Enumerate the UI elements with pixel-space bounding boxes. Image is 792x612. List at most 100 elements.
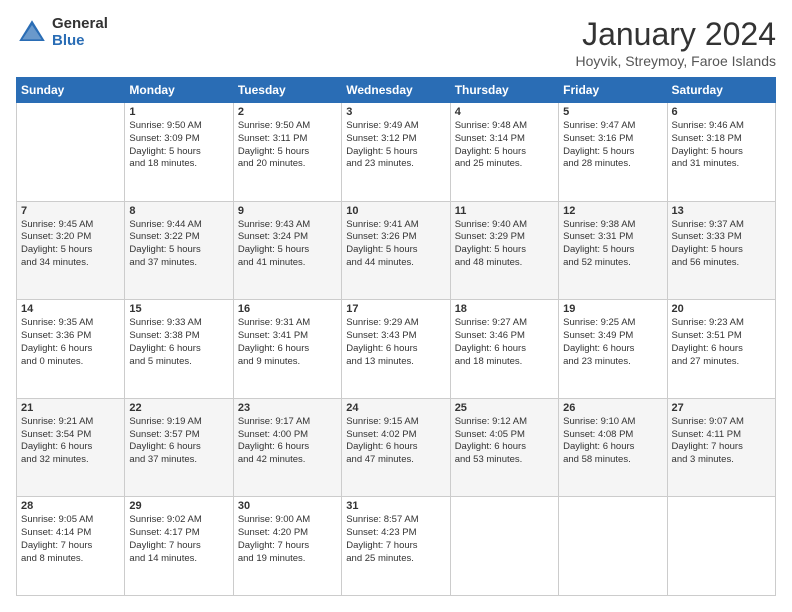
header-sunday: Sunday [17,78,125,103]
table-row: 18 Sunrise: 9:27 AMSunset: 3:46 PMDayligh… [450,300,558,399]
day-info: Sunrise: 9:37 AMSunset: 3:33 PMDaylight:… [672,219,771,270]
day-info: Sunrise: 9:50 AMSunset: 3:11 PMDaylight:… [238,120,337,171]
day-number: 1 [129,106,228,118]
day-number: 13 [672,205,771,217]
table-row [17,103,125,202]
logo: General Blue [16,16,108,49]
table-row: 12 Sunrise: 9:38 AMSunset: 3:31 PMDayligh… [559,201,667,300]
calendar-week-row: 14 Sunrise: 9:35 AMSunset: 3:36 PMDayligh… [17,300,776,399]
day-info: Sunrise: 9:40 AMSunset: 3:29 PMDaylight:… [455,219,554,270]
table-row: 1 Sunrise: 9:50 AMSunset: 3:09 PMDaylight… [125,103,233,202]
table-row: 20 Sunrise: 9:23 AMSunset: 3:51 PMDayligh… [667,300,775,399]
day-info: Sunrise: 9:33 AMSunset: 3:38 PMDaylight:… [129,317,228,368]
day-info: Sunrise: 9:02 AMSunset: 4:17 PMDaylight:… [129,514,228,565]
day-number: 21 [21,402,120,414]
table-row: 16Sunrise: 9:31 AMSunset: 3:41 PMDayligh… [233,300,341,399]
day-number: 26 [563,402,662,414]
logo-text: General Blue [52,16,108,49]
day-info: Sunrise: 9:25 AMSunset: 3:49 PMDaylight:… [563,317,662,368]
day-info: Sunrise: 9:10 AMSunset: 4:08 PMDaylight:… [563,416,662,467]
logo-general: General [52,16,108,33]
table-row: 17Sunrise: 9:29 AMSunset: 3:43 PMDayligh… [342,300,450,399]
title-block: January 2024 Hoyvik, Streymoy, Faroe Isl… [576,16,776,69]
table-row: 29 Sunrise: 9:02 AMSunset: 4:17 PMDayligh… [125,497,233,596]
calendar-week-row: 21 Sunrise: 9:21 AMSunset: 3:54 PMDayligh… [17,398,776,497]
day-number: 19 [563,303,662,315]
day-info: Sunrise: 9:21 AMSunset: 3:54 PMDaylight:… [21,416,120,467]
day-info: Sunrise: 9:43 AMSunset: 3:24 PMDaylight:… [238,219,337,270]
day-number: 15 [129,303,228,315]
day-info: Sunrise: 9:45 AMSunset: 3:20 PMDaylight:… [21,219,120,270]
table-row: 24Sunrise: 9:15 AMSunset: 4:02 PMDayligh… [342,398,450,497]
header: General Blue January 2024 Hoyvik, Streym… [16,16,776,69]
day-number: 22 [129,402,228,414]
table-row: 2 Sunrise: 9:50 AMSunset: 3:11 PMDaylight… [233,103,341,202]
table-row: 9 Sunrise: 9:43 AMSunset: 3:24 PMDaylight… [233,201,341,300]
table-row: 4Sunrise: 9:48 AMSunset: 3:14 PMDaylight… [450,103,558,202]
calendar-week-row: 7 Sunrise: 9:45 AMSunset: 3:20 PMDaylight… [17,201,776,300]
day-number: 30 [238,500,337,512]
calendar-table: Sunday Monday Tuesday Wednesday Thursday… [16,77,776,596]
day-number: 20 [672,303,771,315]
table-row: 23 Sunrise: 9:17 AMSunset: 4:00 PMDayligh… [233,398,341,497]
logo-icon [16,17,48,49]
day-info: Sunrise: 9:15 AMSunset: 4:02 PMDaylight:… [346,416,445,467]
logo-blue: Blue [52,33,108,50]
day-info: Sunrise: 9:35 AMSunset: 3:36 PMDaylight:… [21,317,120,368]
day-info: Sunrise: 9:19 AMSunset: 3:57 PMDaylight:… [129,416,228,467]
table-row: 11Sunrise: 9:40 AMSunset: 3:29 PMDayligh… [450,201,558,300]
day-info: Sunrise: 9:29 AMSunset: 3:43 PMDaylight:… [346,317,445,368]
day-number: 18 [455,303,554,315]
day-info: Sunrise: 9:12 AMSunset: 4:05 PMDaylight:… [455,416,554,467]
header-thursday: Thursday [450,78,558,103]
day-info: Sunrise: 9:05 AMSunset: 4:14 PMDaylight:… [21,514,120,565]
table-row: 26 Sunrise: 9:10 AMSunset: 4:08 PMDayligh… [559,398,667,497]
table-row: 10Sunrise: 9:41 AMSunset: 3:26 PMDayligh… [342,201,450,300]
day-info: Sunrise: 9:46 AMSunset: 3:18 PMDaylight:… [672,120,771,171]
table-row: 15 Sunrise: 9:33 AMSunset: 3:38 PMDayligh… [125,300,233,399]
table-row: 5Sunrise: 9:47 AMSunset: 3:16 PMDaylight… [559,103,667,202]
day-info: Sunrise: 9:38 AMSunset: 3:31 PMDaylight:… [563,219,662,270]
day-number: 14 [21,303,120,315]
table-row: 7 Sunrise: 9:45 AMSunset: 3:20 PMDaylight… [17,201,125,300]
day-number: 7 [21,205,120,217]
day-info: Sunrise: 9:50 AMSunset: 3:09 PMDaylight:… [129,120,228,171]
header-wednesday: Wednesday [342,78,450,103]
day-info: Sunrise: 9:00 AMSunset: 4:20 PMDaylight:… [238,514,337,565]
header-saturday: Saturday [667,78,775,103]
day-number: 23 [238,402,337,414]
day-number: 4 [455,106,554,118]
day-number: 9 [238,205,337,217]
table-row: 28Sunrise: 9:05 AMSunset: 4:14 PMDayligh… [17,497,125,596]
page: General Blue January 2024 Hoyvik, Streym… [0,0,792,612]
day-info: Sunrise: 9:07 AMSunset: 4:11 PMDaylight:… [672,416,771,467]
day-number: 12 [563,205,662,217]
table-row: 22 Sunrise: 9:19 AMSunset: 3:57 PMDayligh… [125,398,233,497]
day-info: Sunrise: 9:23 AMSunset: 3:51 PMDaylight:… [672,317,771,368]
day-info: Sunrise: 9:44 AMSunset: 3:22 PMDaylight:… [129,219,228,270]
table-row [559,497,667,596]
day-info: Sunrise: 9:49 AMSunset: 3:12 PMDaylight:… [346,120,445,171]
header-monday: Monday [125,78,233,103]
header-friday: Friday [559,78,667,103]
day-number: 25 [455,402,554,414]
day-number: 29 [129,500,228,512]
location-subtitle: Hoyvik, Streymoy, Faroe Islands [576,53,776,69]
day-number: 5 [563,106,662,118]
table-row [667,497,775,596]
calendar-week-row: 28Sunrise: 9:05 AMSunset: 4:14 PMDayligh… [17,497,776,596]
header-tuesday: Tuesday [233,78,341,103]
day-info: Sunrise: 8:57 AMSunset: 4:23 PMDaylight:… [346,514,445,565]
table-row: 19 Sunrise: 9:25 AMSunset: 3:49 PMDayligh… [559,300,667,399]
table-row: 30 Sunrise: 9:00 AMSunset: 4:20 PMDayligh… [233,497,341,596]
day-info: Sunrise: 9:17 AMSunset: 4:00 PMDaylight:… [238,416,337,467]
day-number: 8 [129,205,228,217]
table-row: 6Sunrise: 9:46 AMSunset: 3:18 PMDaylight… [667,103,775,202]
day-info: Sunrise: 9:27 AMSunset: 3:46 PMDaylight:… [455,317,554,368]
table-row: 3Sunrise: 9:49 AMSunset: 3:12 PMDaylight… [342,103,450,202]
day-number: 31 [346,500,445,512]
table-row: 31 Sunrise: 8:57 AMSunset: 4:23 PMDayligh… [342,497,450,596]
calendar-header-row: Sunday Monday Tuesday Wednesday Thursday… [17,78,776,103]
calendar-week-row: 1 Sunrise: 9:50 AMSunset: 3:09 PMDaylight… [17,103,776,202]
day-number: 2 [238,106,337,118]
